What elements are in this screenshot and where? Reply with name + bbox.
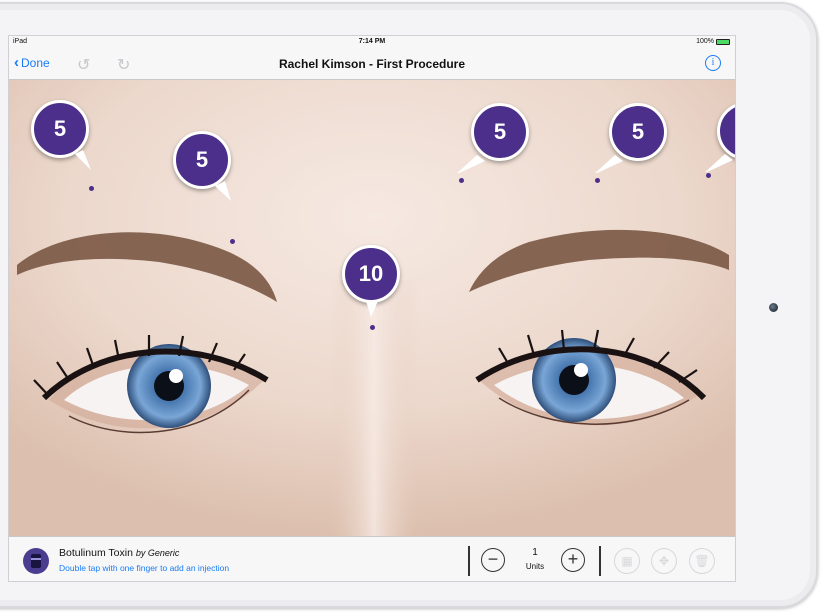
pin-tail — [75, 150, 91, 170]
trash-icon[interactable]: 🗑 — [689, 548, 715, 574]
units-label: Units — [525, 562, 545, 571]
units-value: 1 — [532, 547, 538, 558]
toolbar-divider — [599, 546, 601, 576]
clock: 7:14 PM — [358, 38, 386, 45]
battery-percent: 100% — [696, 38, 714, 45]
face-canvas[interactable]: 5 5 10 5 5 — [9, 80, 735, 536]
info-icon[interactable]: i — [705, 55, 721, 71]
home-button[interactable] — [769, 303, 778, 312]
injection-site-dot — [230, 239, 235, 244]
pin-tail — [705, 154, 733, 172]
pin-tail — [595, 155, 623, 173]
move-icon[interactable]: ✥ — [651, 548, 677, 574]
product-brand: by Generic — [135, 548, 180, 558]
bottom-toolbar: Botulinum Toxin by Generic Double tap wi… — [9, 536, 735, 581]
grid-icon[interactable]: ▦ — [614, 548, 640, 574]
navigation-bar: ‹ Done ↺ ↻ Rachel Kimson - First Procedu… — [9, 48, 735, 80]
app-screen: iPad 7:14 PM 100% ‹ Done ↺ ↻ Rachel Kims… — [8, 35, 736, 582]
injection-hint: Double tap with one finger to add an inj… — [59, 563, 230, 573]
product-label[interactable]: Botulinum Toxin by Generic — [59, 547, 179, 559]
battery-indicator: 100% — [696, 38, 730, 45]
status-bar: iPad 7:14 PM 100% — [9, 36, 735, 48]
pin-tail — [366, 301, 378, 317]
increase-units-button[interactable]: + — [561, 548, 585, 572]
syringe-icon[interactable] — [23, 548, 49, 574]
injection-site-dot — [459, 178, 464, 183]
decrease-units-button[interactable]: − — [481, 548, 505, 572]
pin-tail — [215, 181, 231, 201]
pin-tail — [457, 155, 485, 173]
product-name: Botulinum Toxin — [59, 547, 133, 559]
battery-icon — [716, 38, 730, 45]
injection-site-dot — [595, 178, 600, 183]
page-title: Rachel Kimson - First Procedure — [278, 57, 466, 71]
injection-site-dot — [706, 173, 711, 178]
injection-site-dot — [89, 186, 94, 191]
toolbar-divider — [468, 546, 470, 576]
injection-site-dot — [370, 325, 375, 330]
